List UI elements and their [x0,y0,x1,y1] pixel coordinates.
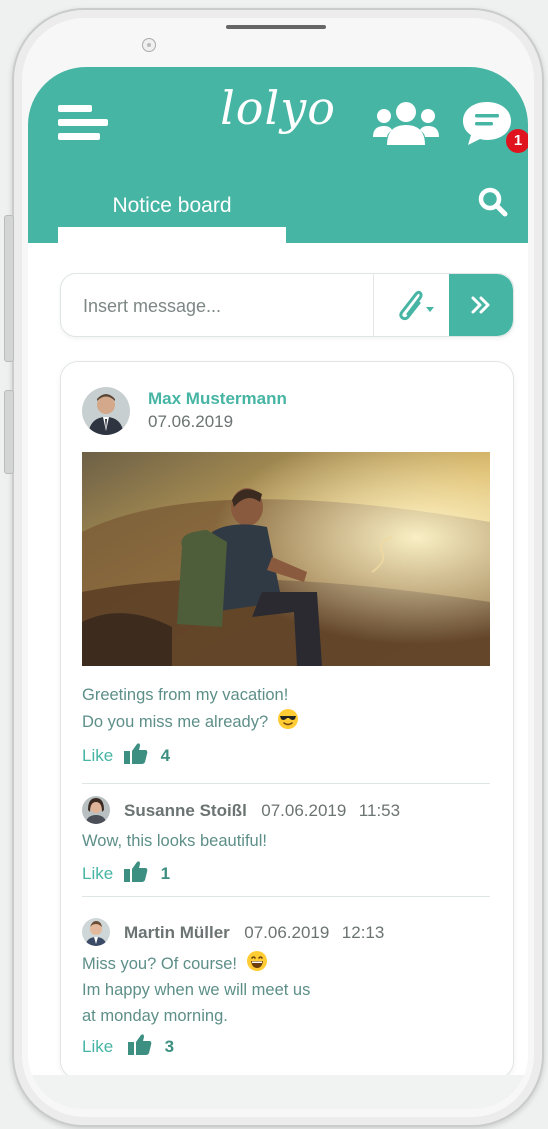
post-card: Max Mustermann 07.06.2019 Greetings from… [60,361,514,1079]
phone-side-button [4,390,14,474]
comment-text: Wow, this looks beautiful! [82,832,267,850]
post-author-name[interactable]: Max Mustermann [148,389,287,409]
active-tab-indicator [58,227,286,243]
post-image[interactable] [82,452,490,666]
comment-date: 07.06.2019 [244,923,330,942]
avatar[interactable] [82,918,110,946]
divider [82,783,490,784]
avatar[interactable] [82,796,110,824]
speaker-grille [226,25,326,29]
thumbs-up-icon [127,1034,152,1055]
comment-time: 12:13 [341,923,385,942]
chevron-down-icon [426,307,434,312]
comment-text-line-1: Miss you? Of course! [82,950,310,977]
like-count: 1 [160,864,171,883]
like-label: Like [82,1037,114,1056]
app-logo: lolyo [28,81,528,135]
comment-like-button[interactable]: Like 1 [82,860,170,886]
comment-header: Susanne Stoißl 07.06.2019 11:53 [124,794,400,828]
post-text: Greetings from my vacation! Do you miss … [82,682,299,735]
paperclip-icon [399,290,434,321]
post-like-button[interactable]: Like 4 [82,742,170,768]
comment-text: Miss you? Of course! Im happy when we wi… [82,950,310,1029]
post-date: 07.06.2019 [148,412,234,431]
comment-text-line-1-text: Miss you? Of course! [82,955,237,973]
comment-header: Martin Müller 07.06.2019 12:13 [124,916,384,950]
users-group-icon[interactable] [373,101,439,145]
thumbs-up-icon [123,861,148,882]
post-text-line-1: Greetings from my vacation! [82,686,289,704]
phone-frame: lolyo 1 Notice board Insert message... M… [12,8,544,1127]
like-label: Like [82,864,114,883]
like-count: 4 [160,746,171,765]
comment-like-button[interactable]: Like 3 [82,1033,174,1059]
avatar[interactable] [82,387,130,435]
attach-button[interactable] [373,274,448,336]
comment-author-name[interactable]: Martin Müller [124,923,230,942]
phone-side-button [4,215,14,362]
send-button[interactable] [449,274,513,336]
app-header: lolyo 1 Notice board [28,67,528,243]
message-composer [60,273,514,337]
post-text-line-2: Do you miss me already? [82,708,299,735]
like-count: 3 [164,1037,175,1056]
message-input[interactable] [81,274,385,336]
divider [82,896,490,897]
search-icon[interactable] [476,185,510,219]
cool-face-emoji-icon [277,709,298,729]
bottom-safe-area [28,1075,528,1109]
app-screen: lolyo 1 Notice board Insert message... M… [28,67,528,1109]
double-chevron-right-icon [471,296,490,314]
comment-text-line-2: Im happy when we will meet us [82,981,311,999]
notification-badge: 1 [504,127,528,155]
logo-text: lolyo [220,81,336,135]
thumbs-up-icon [123,743,148,764]
comment-time: 11:53 [358,801,401,820]
comment-date: 07.06.2019 [261,801,347,820]
comment-author-name[interactable]: Susanne Stoißl [124,801,247,820]
post-text-line-2-text: Do you miss me already? [82,713,269,731]
grinning-face-emoji-icon [246,951,267,971]
front-camera [142,38,156,52]
comment-text-line-3: at monday morning. [82,1007,228,1025]
like-label: Like [82,746,114,765]
